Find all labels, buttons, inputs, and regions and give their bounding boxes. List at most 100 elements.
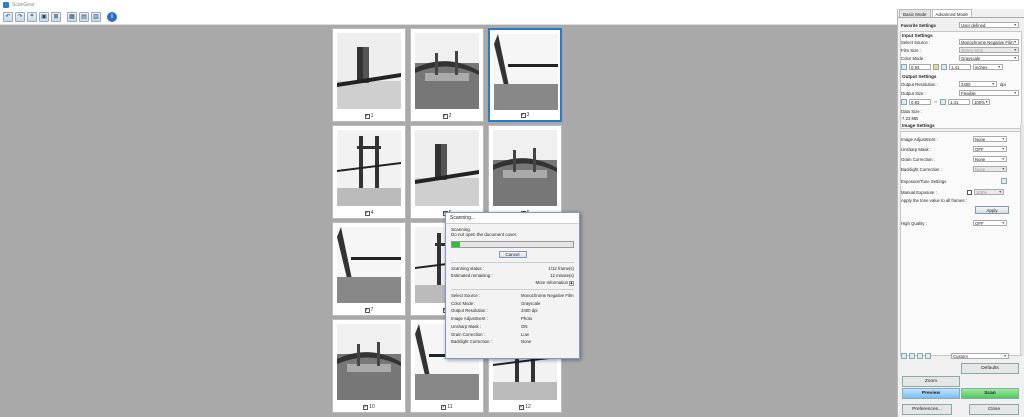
input-height-field[interactable]: 1.41 bbox=[949, 64, 971, 70]
frame-number: 7 bbox=[370, 307, 374, 313]
frame-thumbnail[interactable]: ✓ 4 bbox=[332, 125, 406, 219]
frame-thumbnail[interactable]: ✓ 1 bbox=[332, 28, 406, 122]
frame-thumbnail[interactable]: ✓ 2 bbox=[410, 28, 484, 122]
frame-checkbox[interactable]: ✓ bbox=[519, 404, 525, 410]
output-width-field[interactable]: 0.93 bbox=[909, 99, 931, 105]
high-quality-select[interactable]: OFF ▼ bbox=[973, 220, 1007, 226]
frame-number: 10 bbox=[369, 404, 375, 410]
preferences-button[interactable]: Preferences... bbox=[902, 404, 952, 415]
detail-label: Color Mode : bbox=[451, 300, 476, 306]
tone-preset-select[interactable]: Custom ▼ bbox=[951, 353, 1009, 359]
output-width-icon bbox=[901, 99, 907, 105]
preview-button[interactable]: Preview bbox=[902, 388, 960, 399]
image-adjustment-select[interactable]: None ▼ bbox=[973, 136, 1007, 142]
detail-value: Low bbox=[521, 331, 529, 337]
manual-exposure-checkbox[interactable] bbox=[967, 189, 972, 195]
frame-checkbox[interactable]: ✓ bbox=[442, 113, 448, 119]
frame-thumbnail[interactable]: ✓ 10 bbox=[332, 319, 406, 413]
window-title: ScanGear bbox=[12, 1, 35, 8]
frame-image bbox=[337, 33, 401, 109]
frame-thumbnail[interactable]: ✓6 bbox=[488, 125, 562, 219]
scanning-dialog: Scanning... Scanning. Do not open the do… bbox=[445, 212, 580, 359]
output-height-icon bbox=[940, 99, 946, 105]
output-settings-title: Output Settings bbox=[902, 74, 937, 79]
app-icon bbox=[3, 1, 9, 8]
threshold-icon[interactable] bbox=[925, 353, 931, 359]
scanning-status-row: Scanning status : 1/12 frame(s) bbox=[451, 265, 574, 272]
frame-image bbox=[415, 130, 479, 206]
scanning-status-label: Scanning status : bbox=[451, 266, 484, 271]
backlight-correction-select: None ▼ bbox=[973, 166, 1007, 172]
rotate-right-icon[interactable]: ↷ bbox=[15, 11, 25, 22]
zoom-button[interactable]: Zoom bbox=[902, 376, 960, 387]
input-width-field[interactable]: 0.93 bbox=[909, 64, 931, 70]
frame-checkbox[interactable]: ✓ bbox=[364, 210, 370, 216]
frame-checkbox[interactable]: ✓ bbox=[441, 404, 447, 410]
frame-checkbox[interactable]: ✓ bbox=[363, 404, 369, 410]
unit-select[interactable]: inches ▼ bbox=[973, 64, 1003, 70]
progress-bar bbox=[451, 241, 574, 248]
frame-number: 1 bbox=[370, 113, 374, 119]
detail-value: Grayscale bbox=[521, 300, 541, 306]
tab-advanced-mode[interactable]: Advanced Mode bbox=[931, 9, 973, 17]
detail-value: Monochrome Negative Film bbox=[521, 293, 574, 298]
output-resolution-select[interactable]: 2400 ▼ bbox=[959, 81, 997, 87]
title-bar: ScanGear bbox=[0, 0, 1024, 9]
auto-crop-icon[interactable]: ⌗ bbox=[27, 11, 37, 22]
film-size-select: 35mm Strip ▼ bbox=[959, 47, 1019, 53]
detail-label: Backlight Correction : bbox=[451, 339, 492, 345]
swap-icon[interactable]: ⇔ bbox=[933, 99, 938, 105]
tone-curve-icon[interactable] bbox=[917, 353, 923, 359]
scale-select[interactable]: 100% ▼ bbox=[972, 99, 990, 105]
exposure-settings-icon[interactable] bbox=[1001, 178, 1007, 184]
cancel-button[interactable]: Cancel bbox=[498, 251, 527, 258]
grid-view-icon[interactable]: ▥ bbox=[91, 11, 101, 22]
output-size-label: Output Size : bbox=[901, 90, 926, 96]
more-information-label: More Information bbox=[535, 280, 568, 285]
select-source-select[interactable]: Monochrome Negative Film ▼ bbox=[959, 39, 1019, 45]
scan-details: Select Source : Monochrome Negative Film C… bbox=[451, 292, 574, 346]
frame-checkbox[interactable]: ✓ bbox=[364, 113, 370, 119]
rotate-left-icon[interactable]: ↶ bbox=[3, 11, 13, 22]
brightness-contrast-icon[interactable] bbox=[901, 353, 907, 359]
frame-number: 2 bbox=[448, 113, 452, 119]
thumbnail-area: ✓1✓2✓3✓4✓5✓6✓7✓8✓9✓10✓11✓12 Scanning... … bbox=[0, 25, 897, 417]
detail-value: 2400 dpi bbox=[521, 308, 538, 314]
whole-image-view-icon[interactable]: ▤ bbox=[79, 11, 89, 22]
frame-thumbnail[interactable]: ✓5 bbox=[410, 125, 484, 219]
frame-number: 11 bbox=[447, 404, 453, 410]
scan-button[interactable]: Scan bbox=[961, 388, 1019, 399]
frame-checkbox[interactable]: ✓ bbox=[364, 307, 370, 313]
dpi-unit: dpi bbox=[1000, 81, 1006, 87]
frame-label: ✓ 11 bbox=[411, 404, 483, 410]
unsharp-mask-select[interactable]: OFF ▼ bbox=[973, 146, 1007, 152]
crop-all-icon[interactable]: ▣ bbox=[39, 11, 49, 22]
delete-crop-icon[interactable]: ⊠ bbox=[51, 11, 61, 22]
grain-correction-label: Grain Correction : bbox=[901, 156, 935, 162]
detail-label: Unsharp Mask : bbox=[451, 323, 482, 329]
histogram-icon[interactable] bbox=[909, 353, 915, 359]
output-size-select[interactable]: Flexible ▼ bbox=[959, 90, 1019, 96]
output-height-field[interactable]: 1.41 bbox=[948, 99, 970, 105]
manual-exposure-label: Manual Exposure : bbox=[901, 189, 937, 195]
tab-basic-mode[interactable]: Basic Mode bbox=[899, 9, 931, 17]
info-icon[interactable]: i bbox=[107, 11, 117, 22]
grain-correction-select[interactable]: None ▼ bbox=[973, 156, 1007, 162]
favorite-settings-select[interactable]: User defined ▼ bbox=[959, 22, 1019, 28]
detail-value: Photo bbox=[521, 316, 533, 322]
expand-arrow-icon[interactable]: ▲ bbox=[569, 280, 574, 286]
thumbnail-view-icon[interactable]: ▦ bbox=[67, 11, 77, 22]
frame-label: ✓ 12 bbox=[489, 404, 561, 410]
more-information[interactable]: More Information ▲ bbox=[451, 279, 574, 287]
detail-value: None bbox=[521, 339, 532, 345]
frame-checkbox[interactable]: ✓ bbox=[520, 112, 526, 118]
color-mode-select[interactable]: Grayscale ▼ bbox=[959, 55, 1019, 61]
aspect-lock-icon[interactable] bbox=[933, 64, 939, 70]
input-width-icon bbox=[901, 64, 907, 70]
frame-thumbnail[interactable]: ✓ 3 bbox=[488, 28, 562, 122]
close-button[interactable]: Close bbox=[969, 404, 1019, 415]
frame-label: ✓ 7 bbox=[333, 307, 405, 313]
defaults-button[interactable]: Defaults bbox=[961, 363, 1019, 374]
apply-button[interactable]: Apply bbox=[975, 206, 1009, 214]
frame-thumbnail[interactable]: ✓ 7 bbox=[332, 222, 406, 316]
